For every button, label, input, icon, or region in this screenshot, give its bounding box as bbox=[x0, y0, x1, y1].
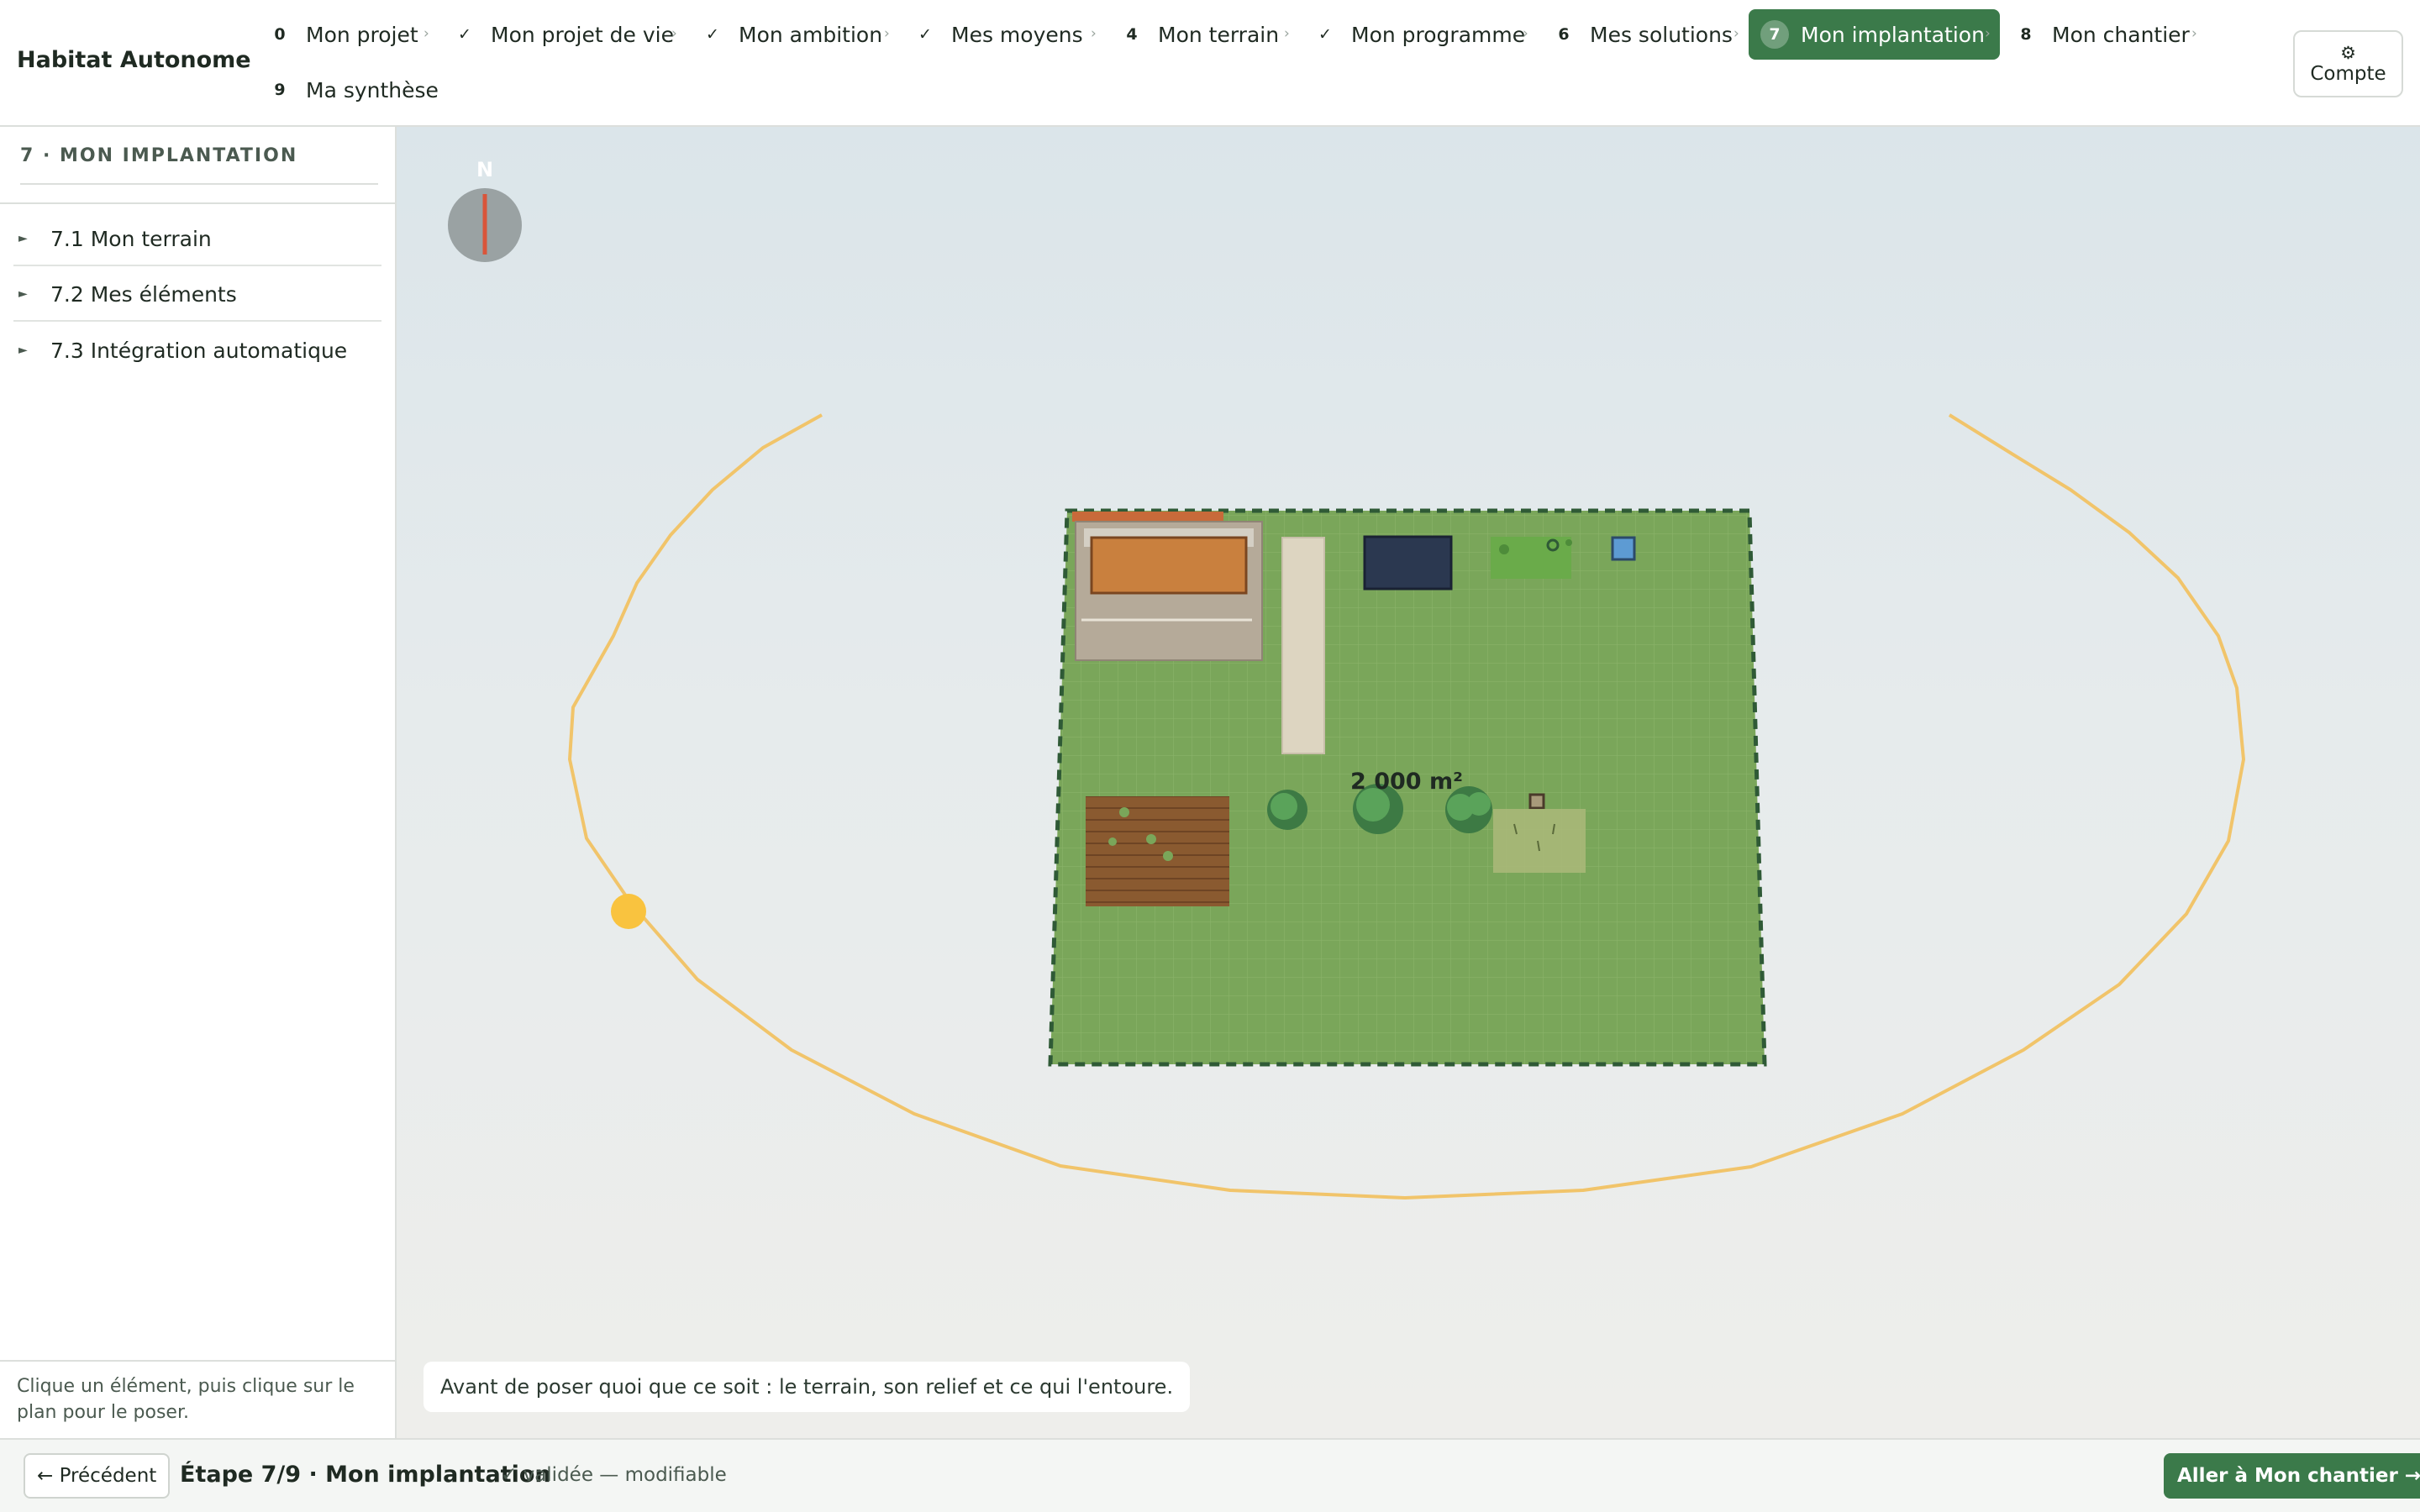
current-step-label: Étape 7/9 · Mon implantation bbox=[180, 1462, 551, 1488]
vegetable-garden[interactable] bbox=[1086, 796, 1229, 906]
gear-icon: ⚙ bbox=[2340, 43, 2356, 63]
next-step-button[interactable]: Aller à Mon chantier → bbox=[2164, 1453, 2420, 1499]
sidebar-hint: Clique un élément, puis clique sur le pl… bbox=[0, 1360, 395, 1438]
previous-button[interactable]: ← Précédent bbox=[24, 1453, 171, 1499]
step-label: Mon ambition bbox=[739, 22, 883, 47]
compass[interactable]: N bbox=[447, 157, 523, 266]
step-badge: 4 bbox=[1126, 25, 1138, 44]
sidebar-item-mes-elements[interactable]: ► 7.2 Mes éléments bbox=[13, 268, 381, 322]
triangle-right-icon: ► bbox=[18, 344, 28, 357]
step-label: Ma synthèse bbox=[306, 77, 439, 102]
triangle-right-icon: ► bbox=[18, 287, 28, 301]
check-icon: ✓ bbox=[918, 25, 932, 44]
chevron-right-icon: › bbox=[884, 25, 890, 42]
step-mon-implantation[interactable]: 7 Mon implantation bbox=[1749, 9, 2000, 60]
step-mon-chantier[interactable]: 8 Mon chantier bbox=[2000, 9, 2205, 60]
solar-panel[interactable] bbox=[1363, 535, 1453, 591]
footer: ← Précédent Étape 7/9 · Mon implantation… bbox=[0, 1438, 2420, 1512]
tree[interactable] bbox=[1267, 790, 1307, 830]
step-mon-terrain[interactable]: 4 Mon terrain bbox=[1106, 9, 1294, 60]
step-label: Mon implantation bbox=[1801, 22, 1985, 47]
info-banner: Avant de poser quoi que ce soit : le ter… bbox=[424, 1362, 1191, 1412]
chevron-right-icon: › bbox=[2191, 25, 2197, 42]
header: Habitat Autonome 0 Mon projet › ✓ Mon pr… bbox=[0, 0, 2420, 127]
sidebar-item-label: 7.3 Intégration automatique bbox=[50, 338, 348, 363]
step-mon-projet[interactable]: 0 Mon projet bbox=[254, 9, 434, 60]
chevron-right-icon: › bbox=[1733, 25, 1739, 42]
chevron-right-icon: › bbox=[424, 25, 429, 42]
sidebar-item-label: 7.2 Mes éléments bbox=[50, 281, 237, 307]
garden-path[interactable] bbox=[1281, 537, 1325, 754]
step-mon-ambition[interactable]: ✓ Mon ambition bbox=[687, 9, 897, 60]
compass-north-label: N bbox=[476, 158, 493, 181]
step-label: Mon chantier bbox=[2052, 22, 2190, 47]
shrub-area[interactable] bbox=[1491, 537, 1571, 579]
check-icon: ✓ bbox=[1318, 25, 1332, 44]
meadow-area[interactable] bbox=[1493, 809, 1586, 873]
sidebar-item-mon-terrain[interactable]: ► 7.1 Mon terrain bbox=[13, 213, 381, 266]
step-label: Mon projet de vie bbox=[491, 22, 674, 47]
sidebar-title: 7 · MON IMPLANTATION bbox=[20, 145, 378, 185]
check-icon: ✓ bbox=[706, 25, 719, 44]
step-mes-solutions[interactable]: 6 Mes solutions bbox=[1538, 9, 1748, 60]
step-label: Mon projet bbox=[306, 22, 418, 47]
step-status: ✓ validée — modifiable bbox=[501, 1464, 727, 1486]
chevron-right-icon: › bbox=[1985, 25, 1991, 42]
chevron-right-icon: › bbox=[1091, 25, 1097, 42]
step-label: Mes moyens bbox=[951, 22, 1083, 47]
step-badge: 7 bbox=[1760, 20, 1789, 49]
step-ma-synthese[interactable]: 9 Ma synthèse bbox=[254, 65, 454, 115]
sidebar: 7 · MON IMPLANTATION ► 7.1 Mon terrain ►… bbox=[0, 127, 397, 1438]
step-mes-moyens[interactable]: ✓ Mes moyens bbox=[899, 9, 1098, 60]
account-button[interactable]: ⚙ Compte bbox=[2293, 30, 2403, 97]
step-mon-projet-de-vie[interactable]: ✓ Mon projet de vie bbox=[439, 9, 689, 60]
step-mon-programme[interactable]: ✓ Mon programme bbox=[1299, 9, 1540, 60]
compost-bin[interactable] bbox=[1528, 793, 1545, 810]
plan-scene[interactable]: 2 000 m² bbox=[397, 127, 2420, 1438]
step-label: Mes solutions bbox=[1590, 22, 1733, 47]
step-badge: 6 bbox=[1558, 25, 1570, 44]
house[interactable] bbox=[1072, 512, 1263, 661]
chevron-right-icon: › bbox=[671, 25, 677, 42]
plan-canvas[interactable]: 2 000 m² N Avant de poser quoi que ce so… bbox=[397, 127, 2420, 1438]
account-label: Compte bbox=[2310, 63, 2386, 85]
check-icon: ✓ bbox=[458, 25, 471, 44]
step-badge: 0 bbox=[274, 25, 286, 44]
step-badge: 9 bbox=[274, 81, 286, 99]
chevron-right-icon: › bbox=[1523, 25, 1528, 42]
triangle-right-icon: ► bbox=[18, 232, 28, 245]
app-title: Habitat Autonome bbox=[17, 47, 251, 73]
chevron-right-icon: › bbox=[1284, 25, 1290, 42]
sidebar-item-label: 7.1 Mon terrain bbox=[50, 226, 212, 251]
step-badge: 8 bbox=[2020, 25, 2032, 44]
step-label: Mon terrain bbox=[1158, 22, 1280, 47]
step-label: Mon programme bbox=[1351, 22, 1526, 47]
plot-area-label: 2 000 m² bbox=[1350, 769, 1463, 795]
water-tank[interactable] bbox=[1611, 536, 1636, 561]
sidebar-item-integration-automatique[interactable]: ► 7.3 Intégration automatique bbox=[13, 323, 381, 377]
divider bbox=[0, 202, 395, 204]
sun-icon[interactable] bbox=[611, 894, 646, 929]
